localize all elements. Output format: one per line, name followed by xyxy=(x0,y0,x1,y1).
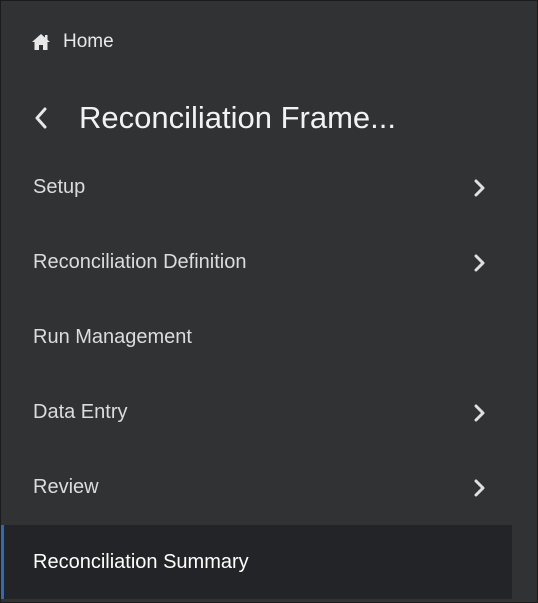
menu-item-label: Data Entry xyxy=(33,401,128,423)
menu-item-label: Run Management xyxy=(33,326,192,348)
chevron-left-icon xyxy=(33,106,49,130)
chevron-right-icon xyxy=(474,404,485,421)
chevron-right-icon xyxy=(474,179,485,196)
navigation-menu: Setup Reconciliation Definition Run Mana… xyxy=(1,150,512,599)
back-button[interactable]: Reconciliation Frame... xyxy=(33,93,396,143)
home-link[interactable]: Home xyxy=(31,25,114,59)
home-label: Home xyxy=(63,31,114,52)
menu-item-label: Reconciliation Definition xyxy=(33,251,247,273)
menu-item-review[interactable]: Review xyxy=(1,450,512,525)
menu-item-label: Setup xyxy=(33,176,86,198)
menu-item-label: Reconciliation Summary xyxy=(33,550,249,573)
home-icon xyxy=(31,33,51,51)
page-title: Reconciliation Frame... xyxy=(79,100,397,135)
chevron-right-icon xyxy=(474,479,485,496)
menu-item-reconciliation-summary[interactable]: Reconciliation Summary xyxy=(1,525,512,599)
chevron-right-icon xyxy=(474,254,485,271)
menu-item-run-management[interactable]: Run Management xyxy=(1,300,512,375)
navigation-panel: Home Reconciliation Frame... Setup Recon… xyxy=(0,0,538,603)
menu-item-data-entry[interactable]: Data Entry xyxy=(1,375,512,450)
menu-item-setup[interactable]: Setup xyxy=(1,150,512,225)
menu-item-label: Review xyxy=(33,476,99,498)
menu-item-reconciliation-definition[interactable]: Reconciliation Definition xyxy=(1,225,512,300)
